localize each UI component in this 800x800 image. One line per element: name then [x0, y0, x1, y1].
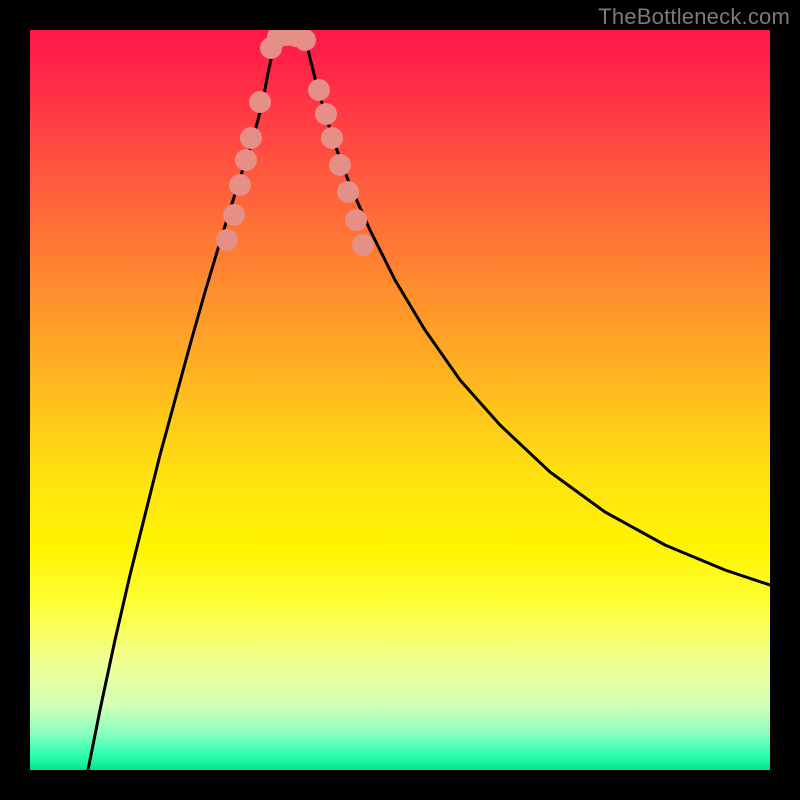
chart-svg [30, 30, 770, 770]
marker-point [352, 234, 374, 256]
marker-point [321, 127, 343, 149]
marker-point [315, 103, 337, 125]
marker-group [216, 30, 374, 256]
marker-point [216, 229, 238, 251]
marker-point [249, 91, 271, 113]
marker-point [345, 209, 367, 231]
watermark-text: TheBottleneck.com [598, 4, 790, 30]
marker-point [235, 149, 257, 171]
marker-point [329, 154, 351, 176]
marker-point [240, 127, 262, 149]
marker-point [308, 79, 330, 101]
chart-frame: TheBottleneck.com [0, 0, 800, 800]
plot-area [30, 30, 770, 770]
series-group [88, 31, 770, 770]
series-right-branch [305, 35, 770, 585]
marker-point [223, 204, 245, 226]
marker-point [294, 30, 316, 51]
marker-point [229, 174, 251, 196]
marker-point [337, 181, 359, 203]
